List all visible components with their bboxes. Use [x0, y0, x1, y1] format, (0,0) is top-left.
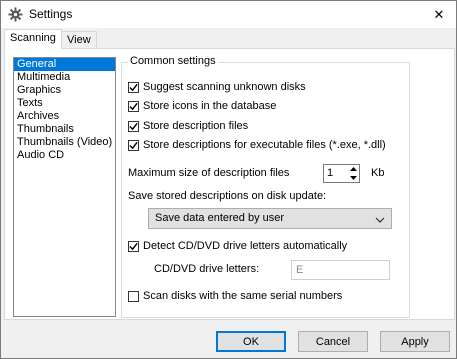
save-descriptions-value: Save data entered by user	[155, 212, 285, 224]
apply-button[interactable]: Apply	[380, 331, 450, 352]
check-icon	[129, 242, 138, 250]
max-size-value[interactable]: 1	[327, 167, 333, 179]
arrow-down-icon	[349, 176, 357, 180]
category-list[interactable]: General Multimedia Graphics Texts Archiv…	[13, 57, 116, 317]
category-item-audio-cd[interactable]: Audio CD	[14, 149, 115, 162]
gear-icon	[8, 7, 23, 22]
tab-view[interactable]: View	[61, 31, 97, 48]
cancel-button[interactable]: Cancel	[298, 331, 368, 352]
tab-scanning[interactable]: Scanning	[4, 29, 62, 49]
chevron-down-icon	[375, 214, 385, 226]
common-settings-group: Common settings Suggest scanning unknown…	[121, 55, 410, 318]
category-item-multimedia[interactable]: Multimedia	[14, 71, 115, 84]
checkbox-box	[128, 290, 139, 302]
store-exe-descriptions-label: Store descriptions for executable files …	[143, 139, 386, 151]
window-title: Settings	[29, 7, 73, 21]
store-exe-descriptions-checkbox[interactable]: Store descriptions for executable files …	[128, 138, 386, 152]
checkbox-box	[128, 139, 139, 151]
checkbox-box	[128, 100, 139, 112]
tab-panel-scanning: General Multimedia Graphics Texts Archiv…	[4, 48, 455, 320]
category-item-archives[interactable]: Archives	[14, 110, 115, 123]
group-title: Common settings	[128, 55, 218, 67]
save-descriptions-label: Save stored descriptions on disk update:	[128, 190, 327, 202]
detect-drive-letters-checkbox[interactable]: Detect CD/DVD drive letters automaticall…	[128, 239, 347, 253]
check-icon	[129, 83, 138, 91]
arrow-up-icon	[349, 167, 357, 171]
store-description-files-label: Store description files	[143, 120, 249, 132]
category-item-graphics[interactable]: Graphics	[14, 84, 115, 97]
max-size-label: Maximum size of description files	[128, 167, 290, 179]
scan-same-serial-checkbox[interactable]: Scan disks with the same serial numbers	[128, 289, 342, 303]
drive-letters-input[interactable]	[291, 260, 390, 280]
max-size-unit: Kb	[371, 167, 385, 179]
category-item-texts[interactable]: Texts	[14, 97, 115, 110]
check-icon	[129, 122, 138, 130]
drive-letters-label: CD/DVD drive letters:	[154, 263, 260, 275]
detect-drive-letters-label: Detect CD/DVD drive letters automaticall…	[143, 240, 348, 252]
category-item-general[interactable]: General	[14, 58, 115, 71]
check-icon	[129, 102, 138, 110]
suggest-scanning-label: Suggest scanning unknown disks	[143, 81, 306, 93]
title-bar: Settings ✕	[1, 1, 456, 28]
settings-window: Settings ✕ Scanning View General Multime…	[0, 0, 457, 359]
ok-button[interactable]: OK	[216, 331, 286, 352]
check-icon	[129, 141, 138, 149]
checkbox-box	[128, 240, 139, 252]
checkbox-box	[128, 120, 139, 132]
store-icons-checkbox[interactable]: Store icons in the database	[128, 99, 276, 113]
close-button[interactable]: ✕	[422, 1, 456, 28]
close-icon: ✕	[433, 6, 445, 22]
max-size-stepper[interactable]: 1	[323, 164, 360, 183]
checkbox-box	[128, 81, 139, 93]
suggest-scanning-checkbox[interactable]: Suggest scanning unknown disks	[128, 80, 306, 94]
category-item-thumbnails[interactable]: Thumbnails	[14, 123, 115, 136]
save-descriptions-dropdown[interactable]: Save data entered by user	[148, 208, 392, 229]
stepper-buttons	[347, 165, 359, 182]
scan-same-serial-label: Scan disks with the same serial numbers	[143, 290, 343, 302]
stepper-down-button[interactable]	[347, 174, 359, 182]
category-item-thumbnails-video[interactable]: Thumbnails (Video)	[14, 136, 115, 149]
store-description-files-checkbox[interactable]: Store description files	[128, 119, 248, 133]
stepper-up-button[interactable]	[347, 165, 359, 173]
store-icons-label: Store icons in the database	[143, 100, 277, 112]
